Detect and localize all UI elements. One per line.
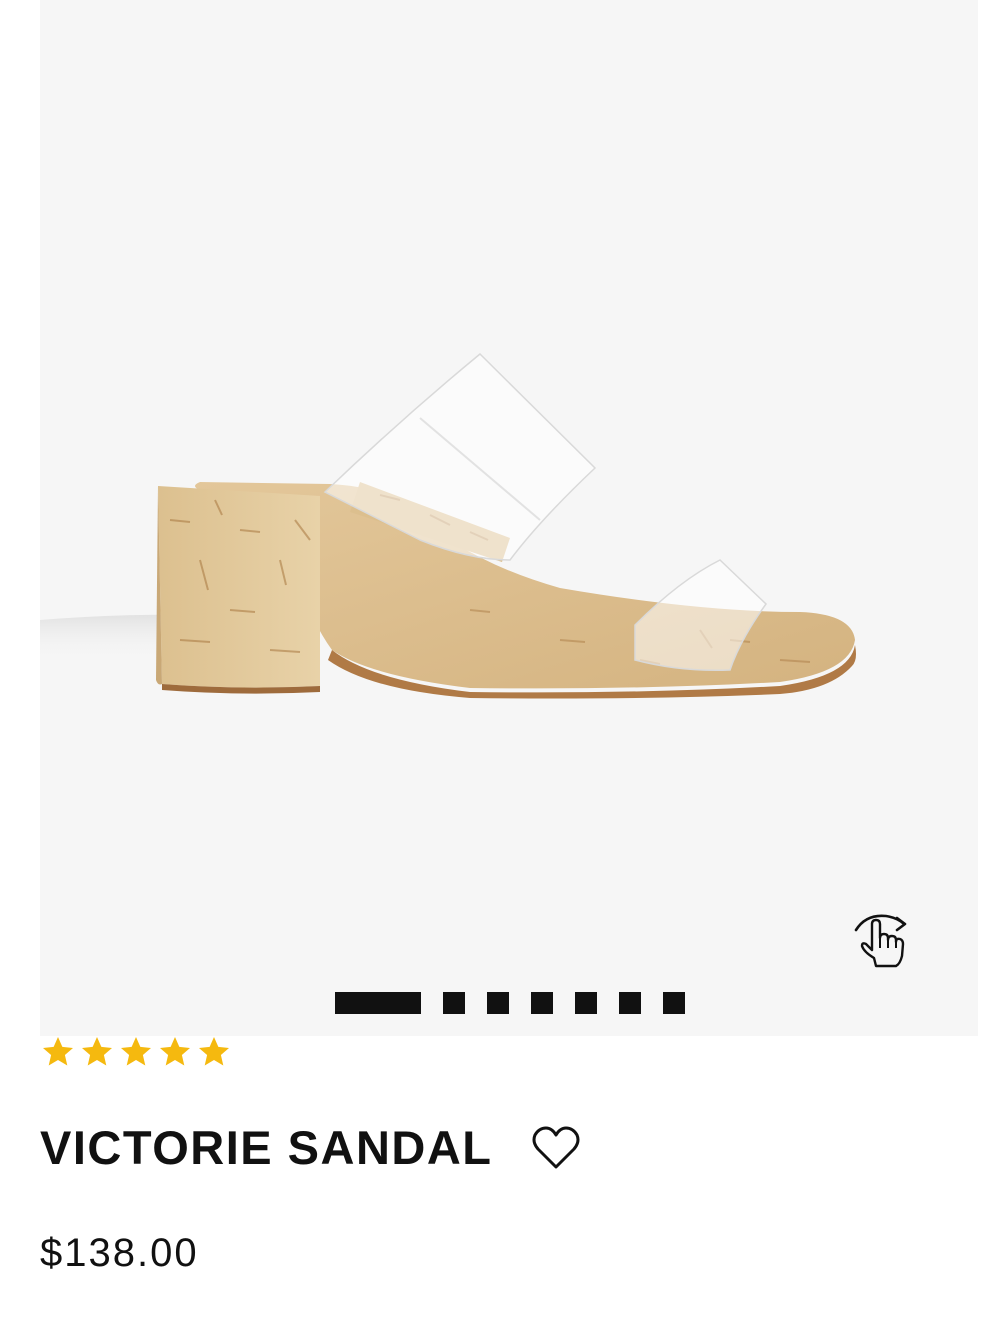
product-price: $138.00 — [40, 1231, 199, 1275]
star-icon — [121, 1037, 151, 1066]
gallery-dot-5[interactable] — [575, 992, 597, 1014]
rotate-360-hand-icon — [854, 914, 907, 968]
heart-icon[interactable] — [531, 1125, 581, 1171]
product-page: VICTORIE SANDAL $138.00 — [0, 0, 1000, 1333]
star-icon — [199, 1037, 229, 1066]
gallery-dot-7[interactable] — [663, 992, 685, 1014]
star-icon — [82, 1037, 112, 1066]
star-icon — [160, 1037, 190, 1066]
rotate-360-button[interactable] — [852, 908, 912, 970]
gallery-dot-2[interactable] — [443, 992, 465, 1014]
gallery-pagination — [335, 992, 685, 1014]
product-title-row: VICTORIE SANDAL — [40, 1118, 581, 1178]
product-title: VICTORIE SANDAL — [40, 1121, 493, 1174]
star-rating[interactable] — [40, 1034, 232, 1070]
gallery-dot-3[interactable] — [487, 992, 509, 1014]
gallery-dot-1-active[interactable] — [335, 992, 421, 1014]
gallery-dot-6[interactable] — [619, 992, 641, 1014]
product-image-gallery[interactable] — [40, 0, 978, 1036]
product-image[interactable] — [40, 0, 978, 1036]
star-icon — [43, 1037, 73, 1066]
gallery-dot-4[interactable] — [531, 992, 553, 1014]
